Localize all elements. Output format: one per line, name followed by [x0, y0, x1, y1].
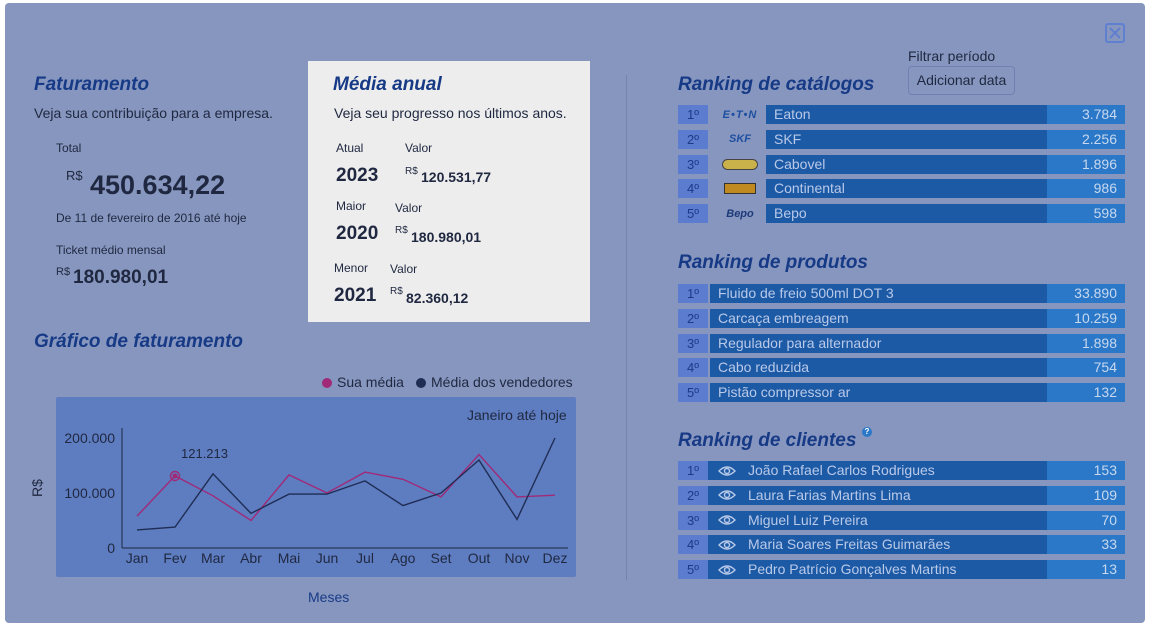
continental-logo — [712, 179, 768, 198]
catalog-value: 1.896 — [1047, 154, 1125, 174]
product-value: 10.259 — [1047, 308, 1125, 328]
client-name: Pedro Patrício Gonçalves Martins — [746, 560, 1047, 580]
help-icon[interactable]: ? — [862, 427, 872, 437]
bepo-logo: Bepo — [726, 207, 754, 220]
rank-position: 3º — [678, 154, 708, 174]
client-name: Laura Farias Martins Lima — [746, 485, 1047, 505]
y-tick-label: 100.000 — [64, 485, 115, 501]
x-tick-label: Nov — [505, 550, 530, 566]
skf-logo: SKF — [729, 133, 751, 146]
x-tick-label: Mai — [278, 550, 301, 566]
x-tick-label: Abr — [240, 550, 262, 566]
view-icon[interactable] — [708, 485, 746, 505]
client-row[interactable]: 1º João Rafael Carlos Rodrigues 153 — [678, 461, 1125, 480]
product-row[interactable]: 5º Pistão compressor ar 132 — [678, 383, 1125, 403]
ranking-clientes-title: Ranking de clientes — [678, 430, 857, 451]
client-value: 33 — [1047, 535, 1125, 555]
catalog-name: Eaton — [766, 105, 1047, 124]
rank-position: 1º — [678, 284, 708, 303]
ranking-catalogos-title: Ranking de catálogos — [678, 74, 875, 95]
y-tick-label: 0 — [107, 540, 115, 556]
catalog-name: Cabovel — [766, 154, 1047, 174]
catalog-name: Continental — [766, 179, 1047, 199]
filter-label: Filtrar período — [908, 48, 996, 64]
product-name: Cabo reduzida — [710, 358, 1047, 378]
rank-position: 4º — [678, 358, 708, 378]
x-tick-label: Ago — [391, 550, 416, 566]
client-row[interactable]: 2º Laura Farias Martins Lima 109 — [678, 485, 1125, 505]
y-tick-label: 200.000 — [64, 430, 115, 446]
product-value: 33.890 — [1047, 284, 1125, 303]
view-icon[interactable] — [708, 461, 746, 480]
highlight-point — [172, 473, 178, 479]
add-date-button[interactable]: Adicionar data — [908, 66, 1015, 95]
client-row[interactable]: 4º Maria Soares Freitas Guimarães 33 — [678, 535, 1125, 555]
client-value: 109 — [1047, 485, 1125, 505]
product-value: 1.898 — [1047, 333, 1125, 353]
product-name: Pistão compressor ar — [710, 383, 1047, 403]
rank-position: 5º — [678, 204, 708, 224]
rank-position: 4º — [678, 535, 708, 555]
product-value: 754 — [1047, 358, 1125, 378]
vertical-divider — [626, 75, 627, 580]
catalog-row[interactable]: 3º Cabovel 1.896 — [678, 154, 1125, 174]
view-icon[interactable] — [708, 510, 746, 530]
x-tick-label: Jul — [356, 550, 374, 566]
x-tick-label: Jun — [316, 550, 339, 566]
highlight-label: 121.213 — [181, 446, 228, 461]
x-tick-label: Mar — [201, 550, 225, 566]
rank-position: 2º — [678, 308, 708, 328]
cabovel-logo — [712, 155, 768, 174]
rank-position: 2º — [678, 129, 708, 149]
x-tick-label: Jan — [126, 550, 149, 566]
view-icon[interactable] — [708, 560, 746, 580]
client-row[interactable]: 5º Pedro Patrício Gonçalves Martins 13 — [678, 560, 1125, 580]
eaton-logo: E•T•N — [722, 108, 758, 121]
catalog-row[interactable]: 4º Continental 986 — [678, 179, 1125, 199]
client-name: Maria Soares Freitas Guimarães — [746, 535, 1047, 555]
x-tick-label: Fev — [163, 550, 186, 566]
rank-position: 2º — [678, 485, 708, 505]
rank-position: 5º — [678, 560, 708, 580]
catalog-value: 2.256 — [1047, 129, 1125, 149]
view-icon[interactable] — [708, 535, 746, 555]
product-name: Fluido de freio 500ml DOT 3 — [710, 284, 1047, 303]
catalog-name: Bepo — [766, 204, 1047, 224]
client-name: Miguel Luiz Pereira — [746, 510, 1047, 530]
client-value: 13 — [1047, 560, 1125, 580]
product-row[interactable]: 2º Carcaça embreagem 10.259 — [678, 308, 1125, 328]
rank-position: 1º — [678, 461, 708, 480]
product-row[interactable]: 4º Cabo reduzida 754 — [678, 358, 1125, 378]
catalog-value: 986 — [1047, 179, 1125, 199]
rank-position: 5º — [678, 383, 708, 403]
product-row[interactable]: 3º Regulador para alternador 1.898 — [678, 333, 1125, 353]
rank-position: 3º — [678, 333, 708, 353]
rank-position: 1º — [678, 105, 708, 124]
client-name: João Rafael Carlos Rodrigues — [746, 461, 1047, 480]
product-name: Regulador para alternador — [710, 333, 1047, 353]
x-tick-label: Set — [430, 550, 451, 566]
catalog-row[interactable]: 1º E•T•N Eaton 3.784 — [678, 105, 1125, 124]
ranking-produtos-title: Ranking de produtos — [678, 252, 868, 273]
catalog-row[interactable]: 5º Bepo Bepo 598 — [678, 204, 1125, 224]
client-value: 153 — [1047, 461, 1125, 480]
catalog-value: 598 — [1047, 204, 1125, 224]
product-value: 132 — [1047, 383, 1125, 403]
x-tick-label: Out — [468, 550, 491, 566]
catalog-name: SKF — [766, 129, 1047, 149]
client-row[interactable]: 3º Miguel Luiz Pereira 70 — [678, 510, 1125, 530]
rank-position: 3º — [678, 510, 708, 530]
product-row[interactable]: 1º Fluido de freio 500ml DOT 3 33.890 — [678, 284, 1125, 303]
catalog-row[interactable]: 2º SKF SKF 2.256 — [678, 129, 1125, 149]
catalog-value: 3.784 — [1047, 105, 1125, 124]
product-name: Carcaça embreagem — [710, 308, 1047, 328]
client-value: 70 — [1047, 510, 1125, 530]
rank-position: 4º — [678, 179, 708, 199]
x-tick-label: Dez — [543, 550, 568, 566]
